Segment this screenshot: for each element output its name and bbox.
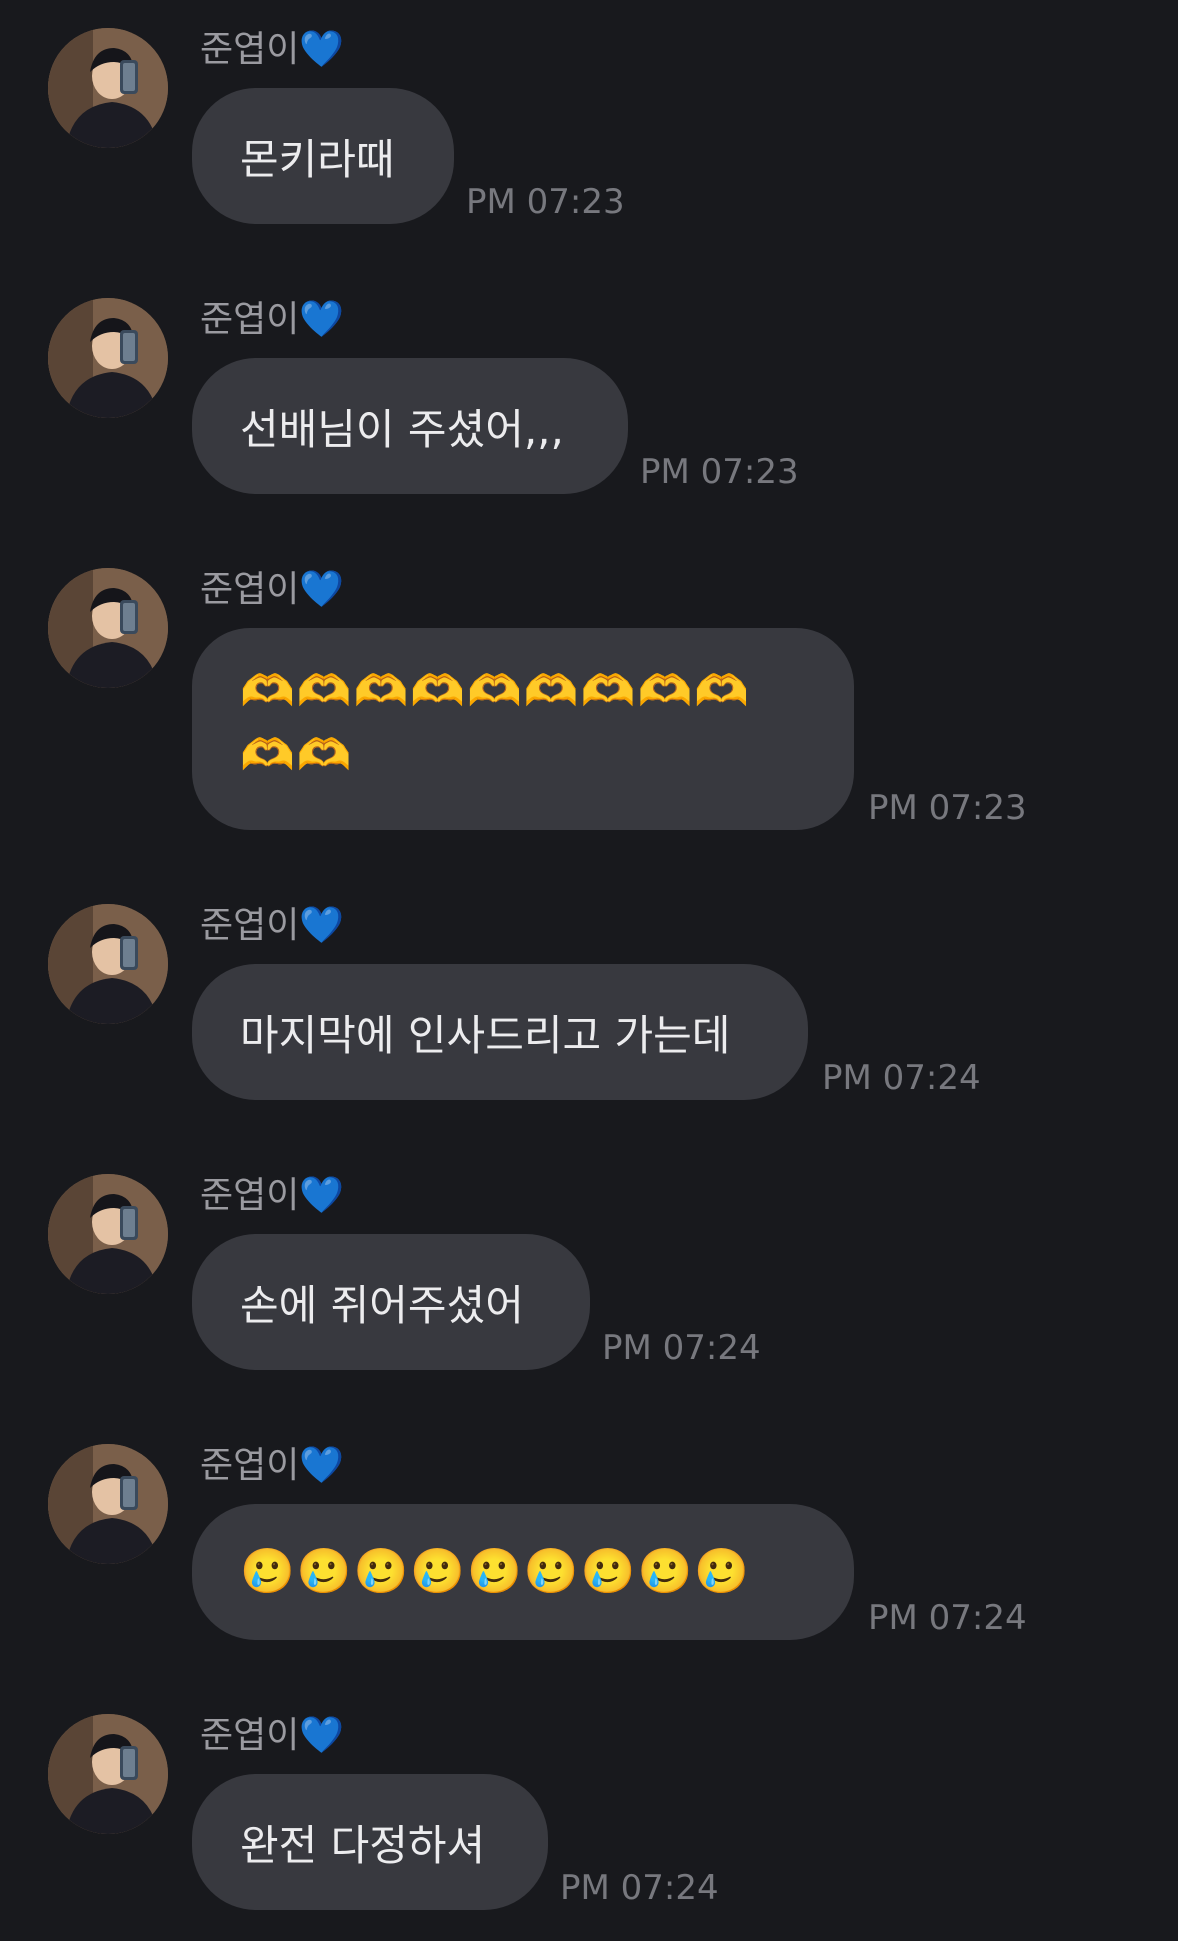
avatar[interactable] [48, 298, 168, 418]
sender-name: 준엽이💙 [200, 905, 345, 946]
avatar-photo-icon [48, 1714, 168, 1834]
message-bubble[interactable]: 마지막에 인사드리고 가는데 [192, 964, 808, 1100]
avatar[interactable] [48, 568, 168, 688]
message-time: PM 07:24 [602, 1328, 761, 1368]
message-time: PM 07:23 [466, 182, 625, 222]
avatar[interactable] [48, 28, 168, 148]
avatar-photo-icon [48, 28, 168, 148]
message-text: 완전 다정하셔 [240, 1820, 486, 1870]
avatar[interactable] [48, 904, 168, 1024]
message-bubble[interactable]: 완전 다정하셔 [192, 1774, 548, 1910]
avatar-photo-icon [48, 904, 168, 1024]
message-time: PM 07:24 [560, 1868, 719, 1908]
avatar-photo-icon [48, 298, 168, 418]
avatar[interactable] [48, 1714, 168, 1834]
message-bubble[interactable]: 🥲🥲🥲🥲🥲🥲🥲🥲🥲 [192, 1504, 854, 1640]
sender-name: 준엽이💙 [200, 299, 345, 340]
avatar-photo-icon [48, 1444, 168, 1564]
message-time: PM 07:24 [822, 1058, 981, 1098]
message-time: PM 07:23 [640, 452, 799, 492]
sender-name: 준엽이💙 [200, 1175, 345, 1216]
sender-name: 준엽이💙 [200, 1715, 345, 1756]
message-bubble[interactable]: 손에 쥐어주셨어 [192, 1234, 590, 1370]
sender-name: 준엽이💙 [200, 1445, 345, 1486]
message-bubble[interactable]: 선배님이 주셨어,,, [192, 358, 628, 494]
message-text: 🥲🥲🥲🥲🥲🥲🥲🥲🥲 [240, 1546, 752, 1597]
message-time: PM 07:24 [868, 1598, 1027, 1638]
sender-name: 준엽이💙 [200, 29, 345, 70]
avatar-photo-icon [48, 568, 168, 688]
avatar-photo-icon [48, 1174, 168, 1294]
message-time: PM 07:23 [868, 788, 1027, 828]
message-text: 손에 쥐어주셨어 [240, 1280, 524, 1330]
message-text: 🫶🫶 [240, 730, 354, 781]
message-bubble[interactable]: 🫶🫶🫶🫶🫶🫶🫶🫶🫶 🫶🫶 [192, 628, 854, 830]
sender-name: 준엽이💙 [200, 569, 345, 610]
message-text: 🫶🫶🫶🫶🫶🫶🫶🫶🫶 [240, 666, 752, 717]
message-bubble[interactable]: 몬키라때 [192, 88, 454, 224]
avatar[interactable] [48, 1444, 168, 1564]
message-text: 선배님이 주셨어,,, [240, 404, 564, 454]
avatar[interactable] [48, 1174, 168, 1294]
message-text: 마지막에 인사드리고 가는데 [240, 1010, 731, 1060]
message-text: 몬키라때 [240, 134, 395, 184]
